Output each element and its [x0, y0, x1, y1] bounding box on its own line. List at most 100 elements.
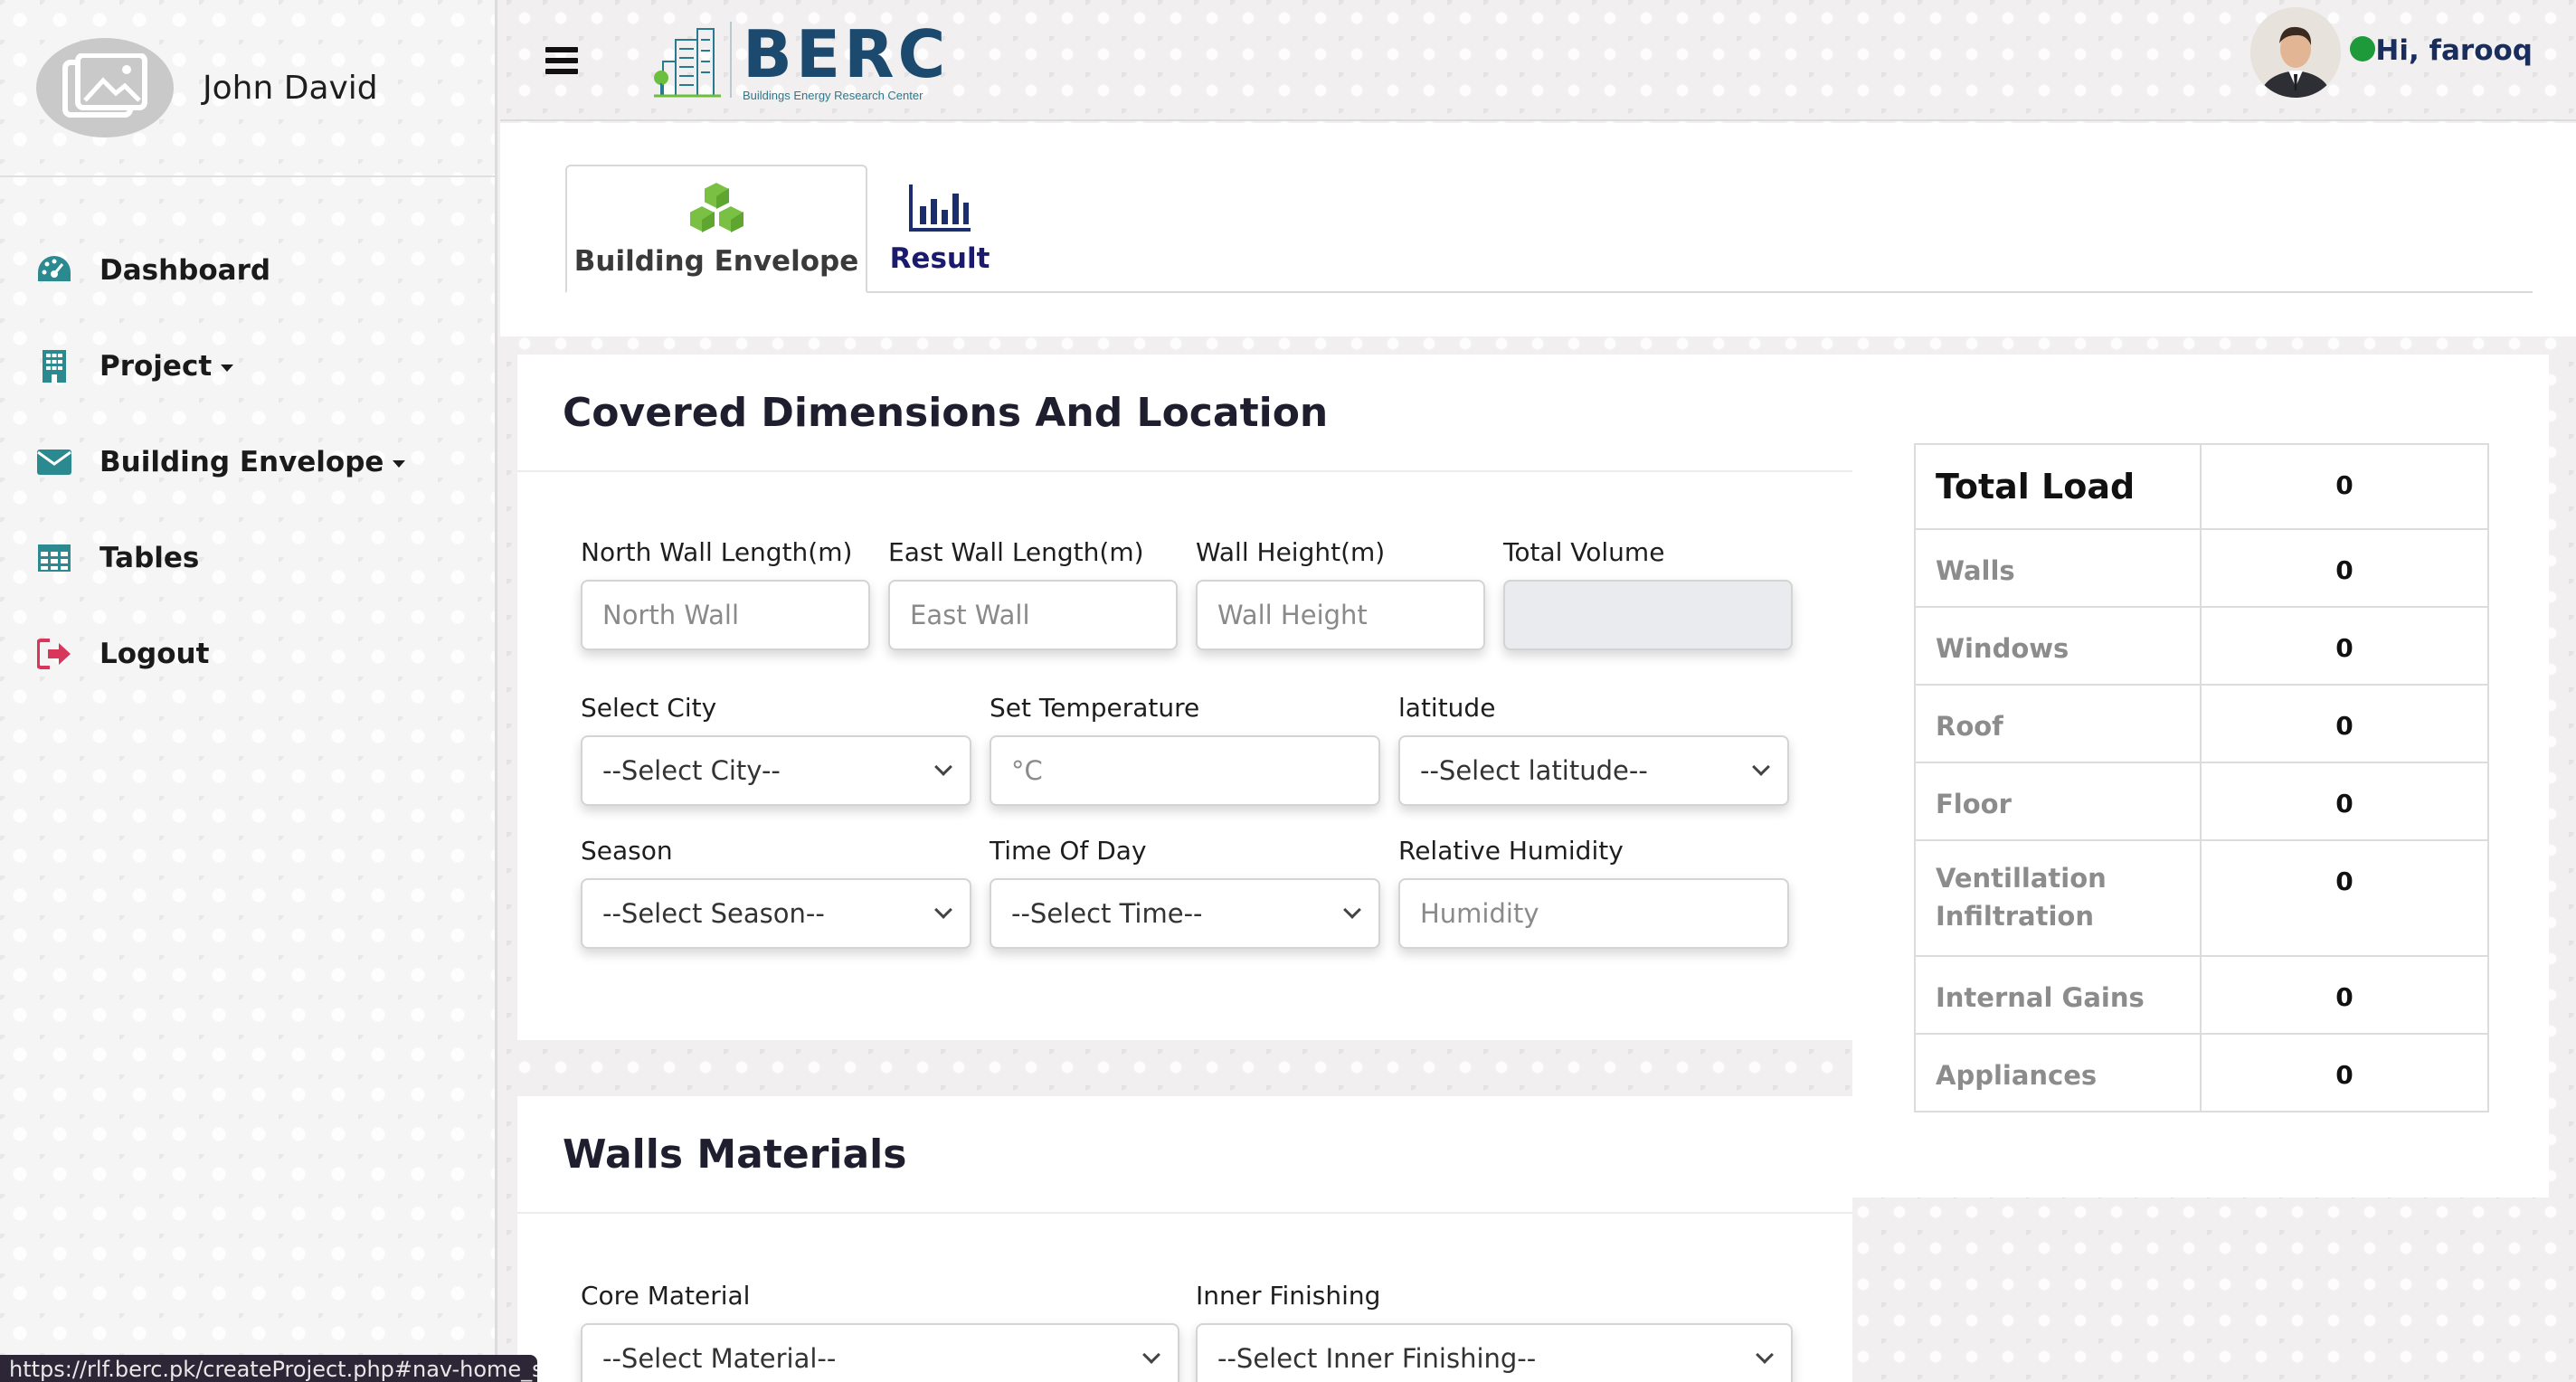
sidebar-nav: Dashboard Project Building Envelope Tabl…	[0, 222, 495, 702]
field-label: Wall Height(m)	[1196, 537, 1386, 567]
table-row: Windows 0	[1914, 606, 2489, 686]
sidebar-item-logout[interactable]: Logout	[0, 606, 495, 702]
chevron-down-icon	[1752, 758, 1770, 776]
table-icon	[34, 538, 74, 578]
city-select[interactable]: --Select City--	[581, 735, 971, 806]
top-header: BERC Buildings Energy Research Center Hi…	[500, 0, 2576, 121]
inner-finishing-field: Inner Finishing --Select Inner Finishing…	[1196, 1281, 1793, 1382]
row-label: Floor	[1914, 762, 2202, 841]
tab-label: Building Envelope	[573, 245, 859, 278]
sidebar-item-project[interactable]: Project	[0, 318, 495, 414]
sidebar: John David Dashboard Project Building En…	[0, 0, 497, 1382]
chevron-down-icon	[1142, 1346, 1160, 1364]
bar-chart-icon	[909, 185, 971, 232]
field-label: Core Material	[581, 1281, 751, 1311]
sidebar-item-label: Project	[99, 350, 234, 383]
section-title: Covered Dimensions And Location	[517, 355, 1852, 472]
walls-materials-card: Walls Materials Core Material --Select M…	[517, 1096, 1852, 1382]
latitude-field: latitude --Select latitude--	[1398, 693, 1789, 806]
tachometer-icon	[34, 251, 74, 290]
field-label: Season	[581, 836, 673, 866]
core-material-select[interactable]: --Select Material--	[581, 1323, 1179, 1382]
field-label: East Wall Length(m)	[888, 537, 1144, 567]
load-table: Total Load 0 Walls 0 Windows 0 Roof 0 Fl…	[1914, 443, 2489, 1112]
row-value: 0	[2200, 606, 2489, 686]
field-label: Time Of Day	[990, 836, 1147, 866]
total-volume-input	[1503, 580, 1793, 650]
temperature-field: Set Temperature °C	[990, 693, 1380, 806]
row-value: 0	[2200, 839, 2489, 957]
season-field: Season --Select Season--	[581, 836, 971, 949]
row-value: 0	[2200, 1033, 2489, 1112]
row-label: Roof	[1914, 684, 2202, 763]
user-avatar[interactable]	[2250, 7, 2341, 98]
sidebar-item-tables[interactable]: Tables	[0, 510, 495, 606]
season-select[interactable]: --Select Season--	[581, 878, 971, 949]
row-label: Internal Gains	[1914, 955, 2202, 1035]
core-material-field: Core Material --Select Material--	[581, 1281, 1179, 1382]
table-row-total-load: Total Load 0	[1914, 443, 2489, 530]
temperature-input[interactable]: °C	[990, 735, 1380, 806]
table-row: Roof 0	[1914, 684, 2489, 763]
avatar-placeholder-icon	[36, 38, 174, 137]
sidebar-item-dashboard[interactable]: Dashboard	[0, 222, 495, 318]
inner-finishing-select[interactable]: --Select Inner Finishing--	[1196, 1323, 1793, 1382]
user-greeting[interactable]: Hi, farooq	[2375, 34, 2533, 67]
sidebar-item-label: Logout	[99, 638, 210, 670]
envelope-icon	[34, 442, 74, 482]
city-field: Select City --Select City--	[581, 693, 971, 806]
tab-building-envelope[interactable]: Building Envelope	[565, 165, 867, 293]
table-row: Floor 0	[1914, 762, 2489, 841]
humidity-input[interactable]: Humidity	[1398, 878, 1789, 949]
row-label: Windows	[1914, 606, 2202, 686]
caret-down-icon	[393, 459, 406, 468]
latitude-select[interactable]: --Select latitude--	[1398, 735, 1789, 806]
sidebar-profile: John David	[0, 0, 495, 177]
sidebar-item-label: Tables	[99, 542, 200, 574]
building-icon	[34, 346, 74, 386]
field-label: latitude	[1398, 693, 1496, 723]
total-load-value: 0	[2200, 443, 2489, 530]
chevron-down-icon	[1343, 901, 1361, 919]
total-load-label: Total Load	[1914, 443, 2202, 530]
time-of-day-select[interactable]: --Select Time--	[990, 878, 1380, 949]
logo-wordmark: BERC	[743, 16, 950, 92]
field-label: Select City	[581, 693, 717, 723]
table-row: Ventillation Infiltration 0	[1914, 839, 2489, 957]
table-row: Internal Gains 0	[1914, 955, 2489, 1035]
north-wall-input[interactable]: North Wall	[581, 580, 870, 650]
sidebar-item-label: Dashboard	[99, 254, 271, 287]
field-label: Relative Humidity	[1398, 836, 1624, 866]
field-label: Set Temperature	[990, 693, 1200, 723]
load-results-panel: Total Load 0 Walls 0 Windows 0 Roof 0 Fl…	[1852, 355, 2549, 1197]
buildings-logo-icon	[654, 28, 721, 98]
chevron-down-icon	[1756, 1346, 1774, 1364]
sidebar-item-label: Building Envelope	[99, 446, 406, 478]
sidebar-user-name: John David	[203, 69, 378, 107]
north-wall-field: North Wall Length(m) North Wall	[581, 537, 870, 650]
section-title: Walls Materials	[517, 1096, 1852, 1214]
chevron-down-icon	[934, 758, 952, 776]
tab-label: Result	[889, 242, 990, 275]
hamburger-menu-icon[interactable]	[545, 47, 578, 80]
table-row: Walls 0	[1914, 528, 2489, 608]
tab-result[interactable]: Result	[867, 165, 1012, 293]
row-value: 0	[2200, 762, 2489, 841]
field-label: Total Volume	[1503, 537, 1665, 567]
sidebar-item-building-envelope[interactable]: Building Envelope	[0, 414, 495, 510]
east-wall-field: East Wall Length(m) East Wall	[888, 537, 1178, 650]
row-value: 0	[2200, 528, 2489, 608]
tab-bar: Building Envelope Result	[500, 123, 2576, 336]
logo-subtitle: Buildings Energy Research Center	[743, 89, 923, 102]
row-label: Walls	[1914, 528, 2202, 608]
sign-out-icon	[34, 634, 74, 674]
row-value: 0	[2200, 955, 2489, 1035]
chevron-down-icon	[934, 901, 952, 919]
total-volume-field: Total Volume	[1503, 537, 1793, 650]
humidity-field: Relative Humidity Humidity	[1398, 836, 1789, 949]
east-wall-input[interactable]: East Wall	[888, 580, 1178, 650]
berc-logo[interactable]: BERC Buildings Energy Research Center	[652, 22, 949, 102]
caret-down-icon	[221, 364, 234, 372]
wall-height-input[interactable]: Wall Height	[1196, 580, 1485, 650]
covered-dimensions-card: Covered Dimensions And Location North Wa…	[517, 355, 1852, 1040]
